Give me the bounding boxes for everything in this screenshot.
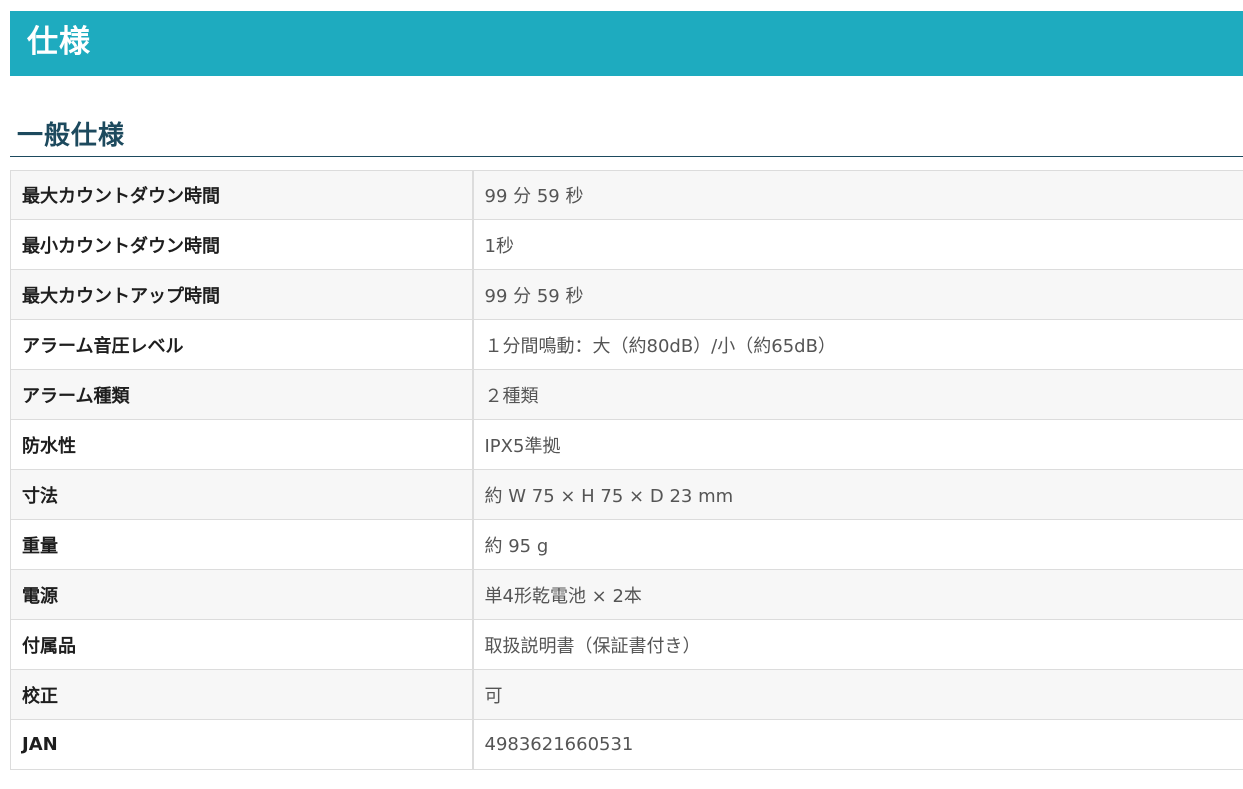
- spec-value: 約 95 g: [472, 519, 1243, 570]
- spec-value: ２種類: [472, 369, 1243, 420]
- spec-value: 取扱説明書（保証書付き）: [472, 619, 1243, 670]
- spec-label: 重量: [10, 519, 474, 570]
- table-row: アラーム音圧レベル １分間鳴動：大（約80dB）/小（約65dB）: [10, 319, 1243, 370]
- spec-label: 防水性: [10, 419, 474, 470]
- spec-label: 付属品: [10, 619, 474, 670]
- spec-label: アラーム種類: [10, 369, 474, 420]
- spec-value: 単4形乾電池 × 2本: [472, 569, 1243, 620]
- table-row: 付属品 取扱説明書（保証書付き）: [10, 619, 1243, 670]
- spec-label: 最小カウントダウン時間: [10, 219, 474, 270]
- spec-value: １分間鳴動：大（約80dB）/小（約65dB）: [472, 319, 1243, 370]
- table-row: 寸法 約 W 75 × H 75 × D 23 mm: [10, 469, 1243, 520]
- spec-value: IPX5準拠: [472, 419, 1243, 470]
- section-title: 一般仕様: [17, 121, 126, 151]
- spec-value: 1秒: [472, 219, 1243, 270]
- spec-value: 4983621660531: [472, 719, 1243, 770]
- table-row: 校正 可: [10, 669, 1243, 720]
- table-row: 電源 単4形乾電池 × 2本: [10, 569, 1243, 620]
- spec-label: 寸法: [10, 469, 474, 520]
- spec-label: JAN: [10, 719, 474, 770]
- spec-label: アラーム音圧レベル: [10, 319, 474, 370]
- table-row: 重量 約 95 g: [10, 519, 1243, 570]
- spec-value: 99 分 59 秒: [472, 269, 1243, 320]
- table-row: 防水性 IPX5準拠: [10, 419, 1243, 470]
- table-row: 最小カウントダウン時間 1秒: [10, 219, 1243, 270]
- spec-table: 最大カウントダウン時間 99 分 59 秒 最小カウントダウン時間 1秒 最大カ…: [10, 170, 1243, 770]
- spec-value: 99 分 59 秒: [472, 170, 1243, 220]
- table-row: 最大カウントダウン時間 99 分 59 秒: [10, 170, 1243, 220]
- table-row: アラーム種類 ２種類: [10, 369, 1243, 420]
- page-header-banner: 仕様: [10, 11, 1243, 76]
- table-row: JAN 4983621660531: [10, 719, 1243, 770]
- spec-label: 最大カウントアップ時間: [10, 269, 474, 320]
- page-title: 仕様: [27, 24, 91, 60]
- spec-value: 可: [472, 669, 1243, 720]
- spec-label: 電源: [10, 569, 474, 620]
- spec-value: 約 W 75 × H 75 × D 23 mm: [472, 469, 1243, 520]
- table-row: 最大カウントアップ時間 99 分 59 秒: [10, 269, 1243, 320]
- spec-label: 最大カウントダウン時間: [10, 170, 474, 220]
- section-heading: 一般仕様: [10, 112, 1243, 157]
- spec-label: 校正: [10, 669, 474, 720]
